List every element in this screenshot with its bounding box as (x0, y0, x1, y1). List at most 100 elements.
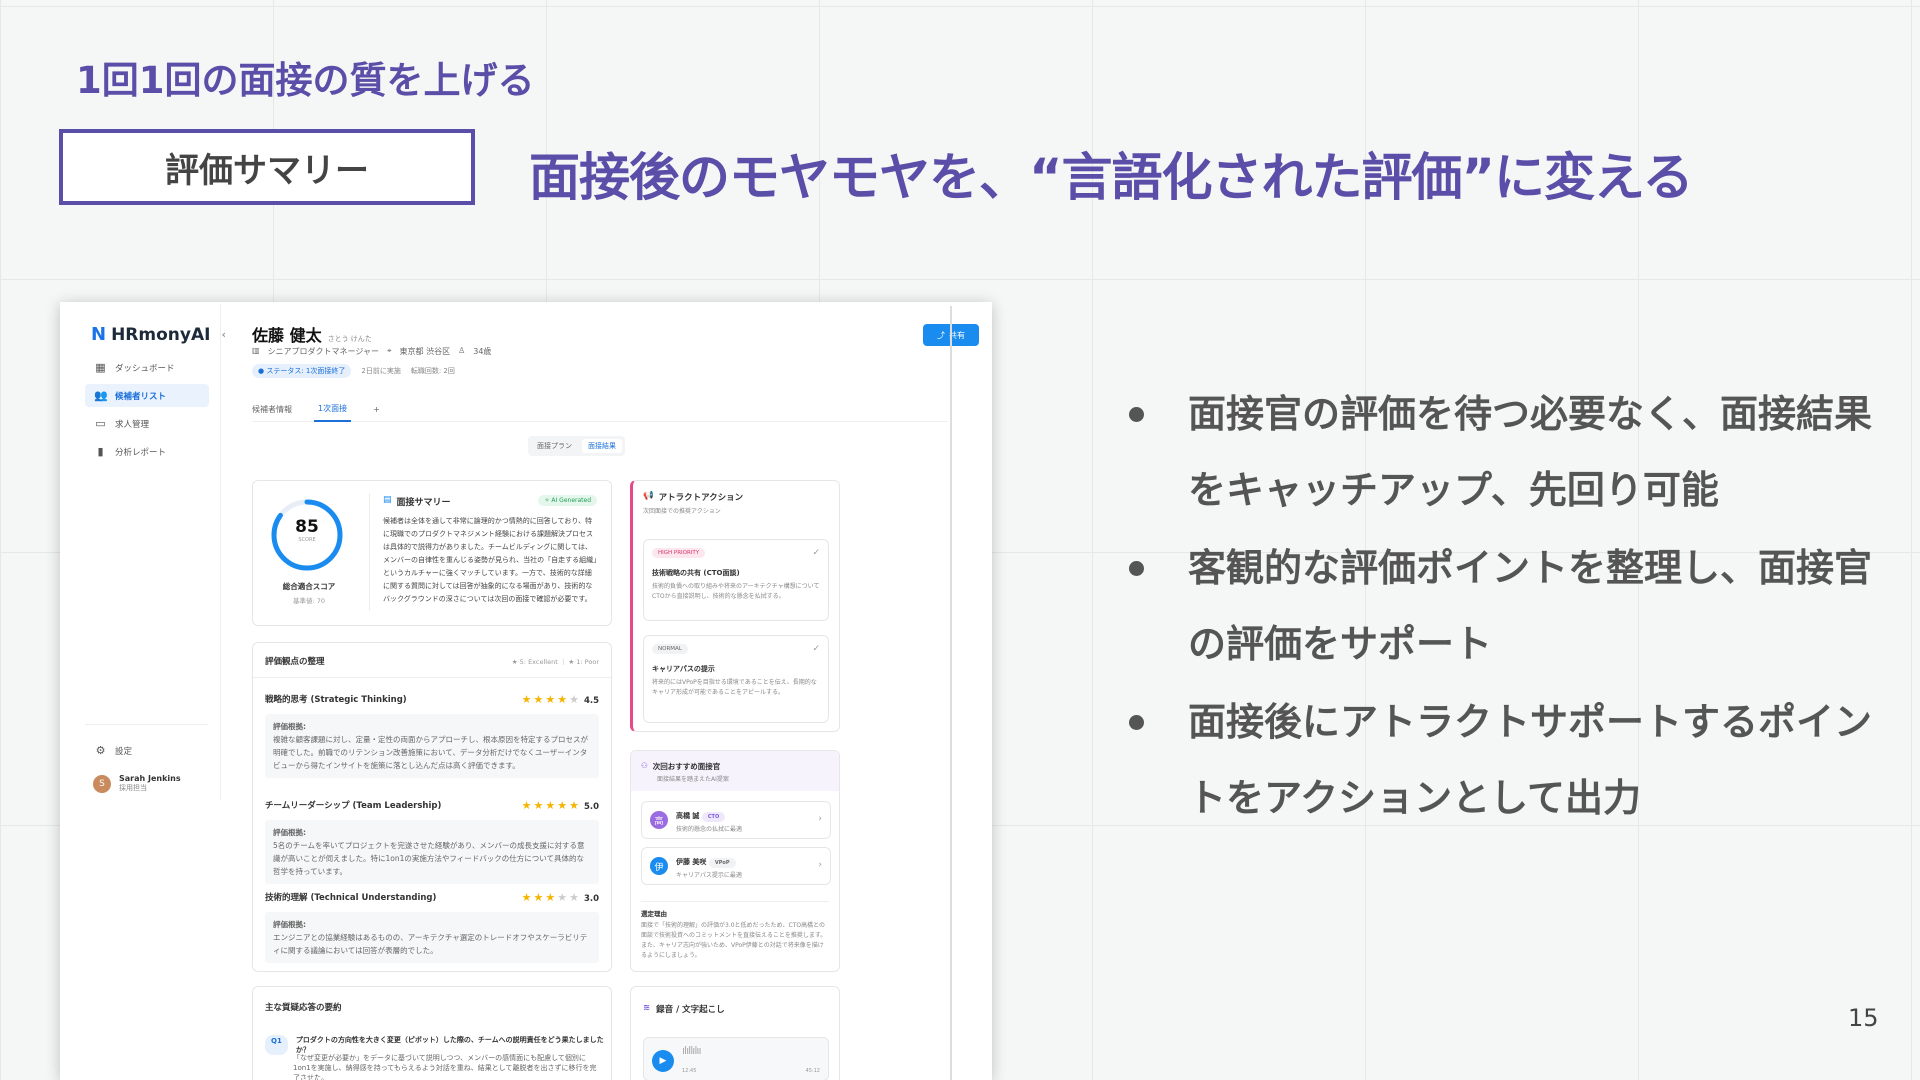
app-screenshot: N HRmonyAI ‹ ▦ ダッシュボード 👥 候補者リスト ▭ 求人管理 ▮ 分析レ… (60, 302, 992, 1080)
star-rating: ★★★★★ (521, 693, 581, 706)
play-button[interactable]: ▶ (652, 1050, 674, 1072)
collapse-chevron-icon[interactable]: ‹ (221, 328, 226, 341)
summary-card: 85 SCORE 総合適合スコア 基準値: 70 ▤ 面接サマリー ✧ AI Ge… (252, 480, 612, 626)
qa-title: 主な質疑応答の要約 (265, 1003, 342, 1013)
slide-eyebrow: 1回1回の面接の質を上げる (76, 59, 535, 102)
person-icon: ♙ (458, 346, 466, 355)
criterion-comment: 複雑な顧客課題に対し、定量・定性の両面からアプローチし、根本原因を特定するプロセ… (273, 735, 588, 770)
sidebar-item-label: 候補者リスト (115, 391, 167, 402)
slide-headline: 面接後のモヤモヤを、“言語化された評価”に変える (529, 149, 1694, 208)
bullet-item: 面接後にアトラクトサポートするポイントをアクションとして出力 (1126, 684, 1896, 836)
user-name: Sarah Jenkins (119, 774, 181, 783)
sidebar-item-candidates[interactable]: 👥 候補者リスト (85, 384, 209, 407)
audio-player: ▶ ılıllılıı 12:45 45:12 (643, 1037, 829, 1080)
sidebar-item-label: 設定 (115, 746, 133, 757)
interview-date: 2日前に実施 (361, 367, 401, 375)
user-role: 採用担当 (119, 784, 147, 792)
scrollbar[interactable] (950, 306, 952, 1080)
pin-icon: ⌖ (387, 346, 392, 355)
waveform: ılıllılıı (682, 1044, 701, 1057)
check-icon[interactable]: ✓ (812, 644, 820, 654)
users-icon: 👥 (94, 389, 108, 402)
logo-icon: N (91, 324, 107, 345)
building-icon: ▥ (252, 346, 260, 355)
candidate-name: 佐藤 健太 (252, 326, 322, 345)
priority-badge: HIGH PRIORITY (652, 548, 706, 558)
section-tag-label: 評価サマリー (165, 150, 369, 191)
page-number: 15 (1848, 1004, 1879, 1032)
check-icon[interactable]: ✓ (812, 548, 820, 558)
rating-legend: ★ 5: Excellent ｜ ★ 1: Poor (511, 658, 599, 666)
avatar: 高 (650, 811, 668, 829)
share-icon: ⤴ (937, 330, 945, 340)
sidebar-item-label: 求人管理 (115, 419, 150, 430)
criterion-score: 5.0 (583, 802, 599, 812)
star-rating: ★★★★★ (521, 799, 581, 812)
sidebar-item-reports[interactable]: ▮ 分析レポート (85, 440, 209, 463)
people-icon: ⚇ (641, 761, 648, 770)
criterion-item: 戦略的思考 (Strategic Thinking) ★★★★★ 4.5 評価根拠… (265, 693, 599, 778)
ai-generated-badge: ✧ AI Generated (538, 495, 597, 506)
evaluation-title: 評価観点の整理 (265, 657, 325, 667)
section-tag: 評価サマリー (59, 129, 475, 205)
user-profile[interactable]: S Sarah Jenkins 採用担当 (93, 774, 181, 793)
question-text: プロダクトの方向性を大きく変更（ピボット）した際の、チームへの説明責任をどう果た… (295, 1036, 604, 1054)
sidebar-item-jobs[interactable]: ▭ 求人管理 (85, 412, 209, 435)
criterion-comment: 5名のチームを率いてプロジェクトを完遂させた経験があり、メンバーの成長支援に対す… (273, 841, 585, 876)
bullet-item: 面接官の評価を待つ必要なく、面接結果をキャッチアップ、先回り可能 (1126, 376, 1896, 528)
add-tab-icon[interactable]: + (373, 405, 380, 414)
star-rating: ★★★★★ (521, 891, 581, 904)
divider (369, 493, 370, 611)
toggle-plan[interactable]: 面接プラン (531, 439, 578, 453)
interviewer-item[interactable]: 高 高橋 誠 CTO 技術的懸念の払拭に最適 › (641, 801, 831, 839)
status-badge: ● ステータス: 1次面接終了 (252, 364, 352, 378)
divider (85, 724, 208, 725)
job-change-count: 転職回数: 2回 (410, 367, 455, 375)
criterion-item: 技術的理解 (Technical Understanding) ★★★★★ 3.0… (265, 891, 599, 963)
qa-card: 主な質疑応答の要約 Q1 プロダクトの方向性を大きく変更（ピボット）した際の、チー… (252, 986, 612, 1080)
app-name: HRmonyAI (111, 324, 211, 345)
chevron-right-icon: › (818, 860, 822, 870)
score-value: 85 (295, 517, 319, 537)
briefcase-icon: ▭ (95, 417, 106, 430)
criterion-score: 4.5 (583, 696, 599, 706)
tab-first-interview[interactable]: 1次面接 (314, 397, 352, 422)
attract-subtitle: 次回面接での推奨アクション (643, 508, 721, 515)
sidebar-item-dashboard[interactable]: ▦ ダッシュボード (85, 356, 209, 379)
sidebar-item-settings[interactable]: ⚙ 設定 (85, 739, 209, 762)
criterion-comment: エンジニアとの協業経験はあるものの、アーキテクチャ選定のトレードオフやスケーラビ… (273, 933, 588, 955)
candidate-location: 東京都 渋谷区 (399, 347, 451, 356)
evaluation-card: 評価観点の整理 ★ 5: Excellent ｜ ★ 1: Poor 戦略的思考… (252, 642, 612, 972)
tab-candidate-info[interactable]: 候補者情報 (252, 404, 292, 415)
sidebar: N HRmonyAI ‹ ▦ ダッシュボード 👥 候補者リスト ▭ 求人管理 ▮ 分析レ… (73, 304, 226, 800)
candidate-age: 34歳 (473, 347, 492, 356)
criterion-item: チームリーダーシップ (Team Leadership) ★★★★★ 5.0 評価… (265, 799, 599, 884)
chevron-right-icon: › (818, 814, 822, 824)
score-title: 総合適合スコア (282, 582, 336, 591)
megaphone-icon: 📢 (643, 491, 654, 501)
interviewer-item[interactable]: 伊 伊藤 美咲 VPoP キャリアパス提示に最適 › (641, 847, 831, 885)
grid-icon: ▦ (95, 361, 106, 374)
sidebar-item-label: ダッシュボード (115, 363, 175, 374)
app-logo[interactable]: N HRmonyAI ‹ (91, 324, 226, 345)
bullet-list: 面接官の評価を待つ必要なく、面接結果をキャッチアップ、先回り可能 客観的な評価ポ… (1126, 376, 1896, 838)
candidate-position: シニアプロダクトマネージャー (267, 347, 380, 356)
bar-chart-icon: ▮ (97, 445, 104, 458)
avatar: 伊 (650, 857, 668, 875)
answer-text: 「なぜ変更が必要か」をデータに基づいて説明しつつ、メンバーの感情面にも配慮して個… (293, 1054, 597, 1080)
avatar: S (93, 774, 111, 793)
bullet-item: 客観的な評価ポイントを整理し、面接官の評価をサポート (1126, 530, 1896, 682)
recording-card: ≋ 録音 / 文字起こし ▶ ılıllılıı 12:45 45:12 (630, 986, 840, 1080)
divider (253, 677, 611, 678)
document-icon: ▤ (383, 495, 392, 505)
action-item[interactable]: HIGH PRIORITY ✓ 技術戦略の共有 (CTO面談) 技術的負債への取… (643, 539, 829, 621)
attract-action-card: 📢 アトラクトアクション 次回面接での推奨アクション HIGH PRIORITY … (630, 480, 840, 732)
toggle-result[interactable]: 面接結果 (582, 439, 622, 453)
waveform-icon: ≋ (643, 1003, 651, 1013)
recommended-interviewer-card: ⚇ 次回おすすめ面接官 面接結果を踏まえたAI提案 高 高橋 誠 CTO 技術的懸… (630, 750, 840, 972)
question-badge: Q1 (265, 1035, 288, 1055)
gear-icon: ⚙ (95, 744, 106, 757)
score-baseline: 基準値: 70 (292, 597, 326, 605)
action-item[interactable]: NORMAL ✓ キャリアパスの提示 将来的にはVPoPを目指せる環境であること… (643, 635, 829, 723)
candidate-detail: 佐藤 健太 さとう けんた ▥ シニアプロダクトマネージャー ⌖ 東京都 渋谷区 ♙… (238, 302, 979, 1080)
